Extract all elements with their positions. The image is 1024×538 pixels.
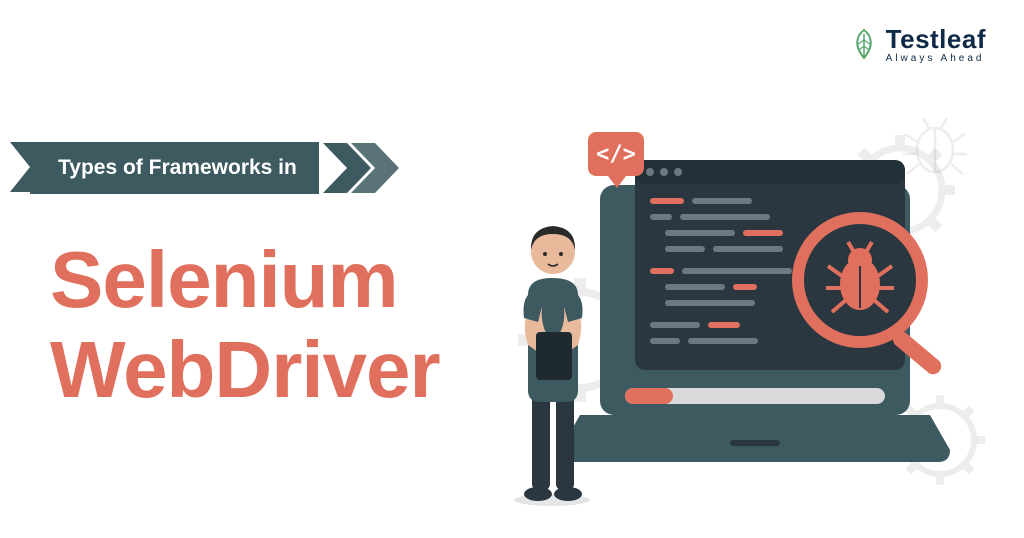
person-icon	[514, 226, 590, 506]
bug-icon	[903, 118, 967, 174]
ribbon-label: Types of Frameworks in	[30, 142, 319, 194]
logo-tagline: Always Ahead	[886, 53, 986, 64]
logo-text: Testleaf Always Ahead	[886, 24, 986, 64]
brand-logo: Testleaf Always Ahead	[850, 24, 986, 64]
svg-text:</>: </>	[596, 142, 636, 167]
ribbon-arrow-icon	[323, 143, 403, 193]
logo-brand: Testleaf	[886, 24, 986, 55]
title-line-1: Selenium	[50, 235, 398, 324]
hero-illustration: </>	[480, 110, 1010, 510]
page-title: Selenium WebDriver	[50, 235, 440, 414]
title-line-2: WebDriver	[50, 325, 440, 414]
leaf-icon	[850, 28, 878, 60]
ribbon-banner: Types of Frameworks in	[30, 142, 403, 194]
